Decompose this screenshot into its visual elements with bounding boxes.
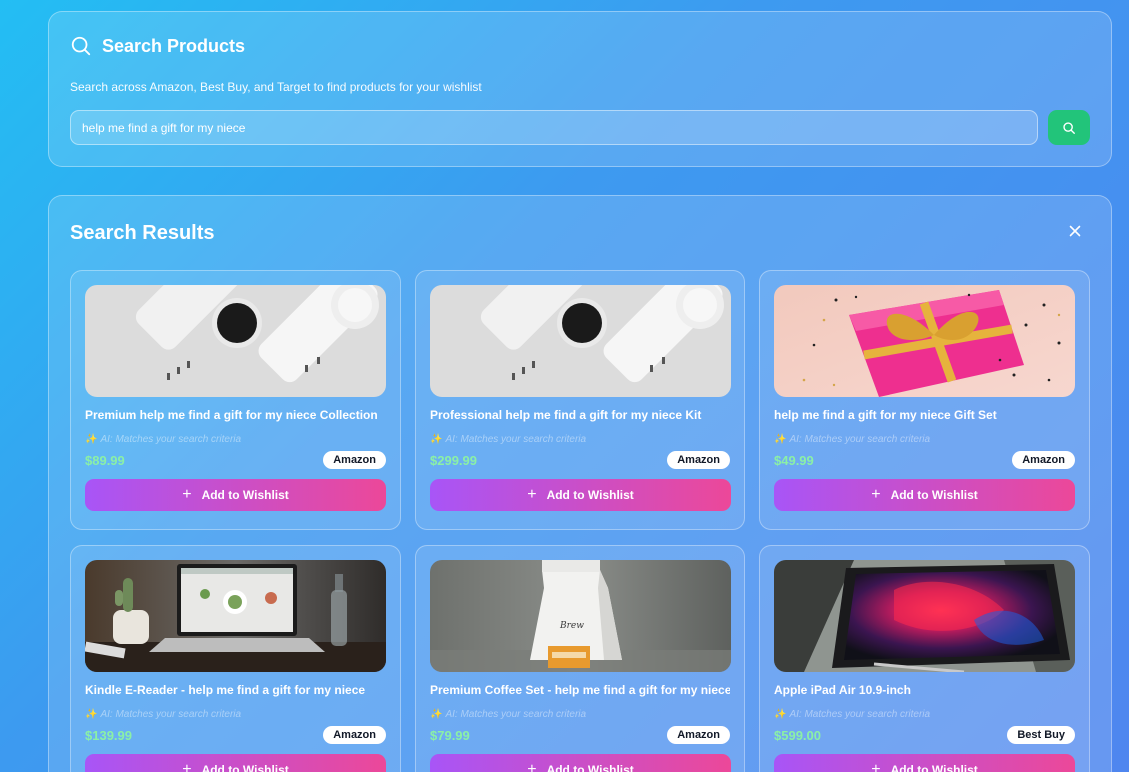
- plus-icon: +: [871, 486, 881, 503]
- plus-icon: +: [871, 761, 881, 772]
- close-results-button[interactable]: [1064, 220, 1086, 242]
- product-card: help me find a gift for my niece Gift Se…: [759, 270, 1090, 530]
- add-to-wishlist-button[interactable]: + Add to Wishlist: [774, 754, 1075, 772]
- store-badge: Amazon: [667, 451, 730, 469]
- search-icon: [71, 36, 91, 56]
- product-name: Apple iPad Air 10.9-inch: [774, 683, 911, 697]
- store-badge: Amazon: [323, 451, 386, 469]
- ai-note: ✨ AI: Matches your search criteria: [85, 709, 242, 720]
- product-image-smartwatches[interactable]: [430, 285, 731, 397]
- add-to-wishlist-button[interactable]: + Add to Wishlist: [85, 754, 386, 772]
- sparkles-icon: ✨: [430, 434, 443, 445]
- product-price: $49.99: [774, 452, 814, 468]
- product-card: Brew Premium Coffee Set - help me find a…: [415, 545, 745, 772]
- product-image-coffee-bag[interactable]: Brew: [430, 560, 731, 672]
- search-subtitle: Search across Amazon, Best Buy, and Targ…: [70, 80, 482, 94]
- store-badge: Amazon: [323, 726, 386, 744]
- results-title: Search Results: [70, 222, 215, 244]
- product-price: $139.99: [85, 727, 132, 743]
- sparkles-icon: ✨: [85, 434, 98, 445]
- product-card: Kindle E-Reader - help me find a gift fo…: [70, 545, 401, 772]
- plus-icon: +: [527, 486, 537, 503]
- search-button[interactable]: [1048, 110, 1090, 145]
- close-icon: [1069, 225, 1081, 237]
- product-image-gift-box[interactable]: [774, 285, 1075, 397]
- store-badge: Amazon: [1012, 451, 1075, 469]
- add-to-wishlist-button[interactable]: + Add to Wishlist: [430, 479, 731, 511]
- search-panel: Search Products Search across Amazon, Be…: [48, 11, 1112, 167]
- search-header: Search Products: [70, 35, 245, 57]
- results-panel: Search Results Premium help me find a gi…: [48, 195, 1112, 772]
- price-row: $139.99 Amazon: [85, 726, 386, 744]
- price-row: $49.99 Amazon: [774, 451, 1075, 469]
- plus-icon: +: [182, 486, 192, 503]
- search-title: Search Products: [102, 35, 246, 56]
- product-name: help me find a gift for my niece Gift Se…: [774, 408, 997, 422]
- store-badge: Best Buy: [1007, 726, 1075, 744]
- add-to-wishlist-button[interactable]: + Add to Wishlist: [430, 754, 731, 772]
- add-to-wishlist-button[interactable]: + Add to Wishlist: [85, 479, 386, 511]
- product-price: $89.99: [85, 452, 125, 468]
- store-badge: Amazon: [667, 726, 730, 744]
- product-price: $599.00: [774, 727, 821, 743]
- product-name: Professional help me find a gift for my …: [430, 408, 702, 422]
- product-card: Apple iPad Air 10.9-inch ✨ AI: Matches yo…: [759, 545, 1090, 772]
- svg-text:Brew: Brew: [559, 621, 584, 631]
- ai-note: ✨ AI: Matches your search criteria: [430, 709, 587, 720]
- ai-note: ✨ AI: Matches your search criteria: [430, 434, 587, 445]
- plus-icon: +: [527, 761, 537, 772]
- product-name: Premium Coffee Set - help me find a gift…: [430, 683, 730, 697]
- price-row: $89.99 Amazon: [85, 451, 386, 469]
- ai-note: ✨ AI: Matches your search criteria: [774, 709, 931, 720]
- sparkles-icon: ✨: [85, 709, 98, 720]
- results-grid: Premium help me find a gift for my niece…: [70, 270, 1090, 772]
- product-card: Professional help me find a gift for my …: [415, 270, 745, 530]
- product-image-tablet[interactable]: [774, 560, 1075, 672]
- ai-note: ✨ AI: Matches your search criteria: [85, 434, 242, 445]
- sparkles-icon: ✨: [774, 709, 787, 720]
- product-image-smartwatches[interactable]: [85, 285, 386, 397]
- product-image-laptop-desk[interactable]: [85, 560, 386, 672]
- add-to-wishlist-button[interactable]: + Add to Wishlist: [774, 479, 1075, 511]
- product-price: $299.99: [430, 452, 477, 468]
- price-row: $299.99 Amazon: [430, 451, 730, 469]
- sparkles-icon: ✨: [774, 434, 787, 445]
- product-card: Premium help me find a gift for my niece…: [70, 270, 401, 530]
- plus-icon: +: [182, 761, 192, 772]
- search-icon: [1063, 121, 1075, 134]
- ai-note: ✨ AI: Matches your search criteria: [774, 434, 931, 445]
- product-price: $79.99: [430, 727, 470, 743]
- sparkles-icon: ✨: [430, 709, 443, 720]
- price-row: $79.99 Amazon: [430, 726, 730, 744]
- product-name: Premium help me find a gift for my niece…: [85, 408, 378, 422]
- search-input[interactable]: [70, 110, 1038, 145]
- product-name: Kindle E-Reader - help me find a gift fo…: [85, 683, 366, 697]
- price-row: $599.00 Best Buy: [774, 726, 1075, 744]
